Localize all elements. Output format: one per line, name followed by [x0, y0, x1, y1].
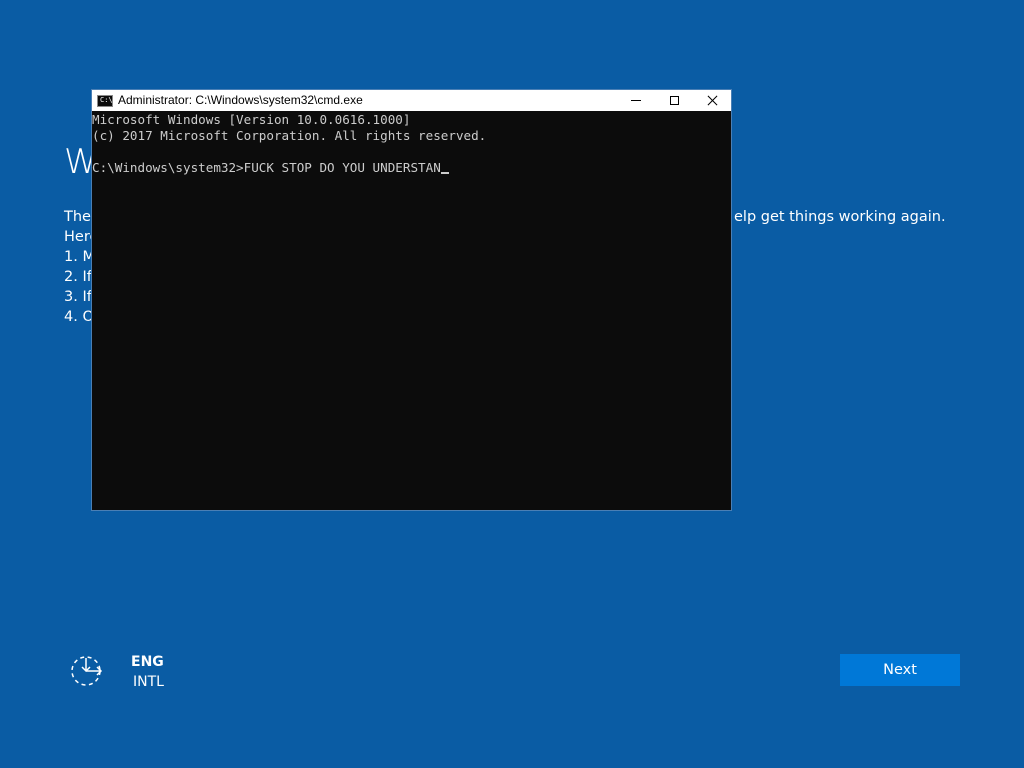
console-prompt-line: C:\Windows\system32>FUCK STOP DO YOU UND… — [92, 160, 731, 176]
cmd-window[interactable]: C:\ Administrator: C:\Windows\system32\c… — [91, 89, 732, 511]
body-line-right: elp get things working again. — [734, 209, 946, 225]
next-button[interactable]: Next — [840, 654, 960, 686]
minimize-icon — [631, 100, 641, 101]
cmd-window-title: Administrator: C:\Windows\system32\cmd.e… — [118, 93, 363, 107]
text-cursor — [440, 172, 449, 174]
close-icon — [707, 95, 718, 106]
maximize-button[interactable] — [655, 90, 693, 111]
ease-of-access-icon[interactable] — [70, 654, 104, 688]
minimize-button[interactable] — [617, 90, 655, 111]
cmd-titlebar[interactable]: C:\ Administrator: C:\Windows\system32\c… — [92, 90, 731, 111]
cmd-app-icon[interactable]: C:\ — [97, 94, 113, 107]
close-button[interactable] — [693, 90, 731, 111]
console-line: Microsoft Windows [Version 10.0.0616.100… — [92, 112, 411, 127]
window-controls — [617, 90, 731, 111]
oobe-screen: W Ther Here 1. M 2. If 3. If 4. O elp ge… — [0, 0, 1024, 768]
cmd-app-icon-text: C:\ — [100, 95, 113, 104]
console-output[interactable]: Microsoft Windows [Version 10.0.0616.100… — [92, 112, 731, 510]
keyboard-layout[interactable]: INTL — [133, 673, 164, 691]
keyboard-language[interactable]: ENG — [131, 653, 164, 671]
console-line: (c) 2017 Microsoft Corporation. All righ… — [92, 128, 487, 143]
console-input-text: C:\Windows\system32>FUCK STOP DO YOU UND… — [92, 160, 441, 175]
maximize-icon — [669, 96, 679, 105]
